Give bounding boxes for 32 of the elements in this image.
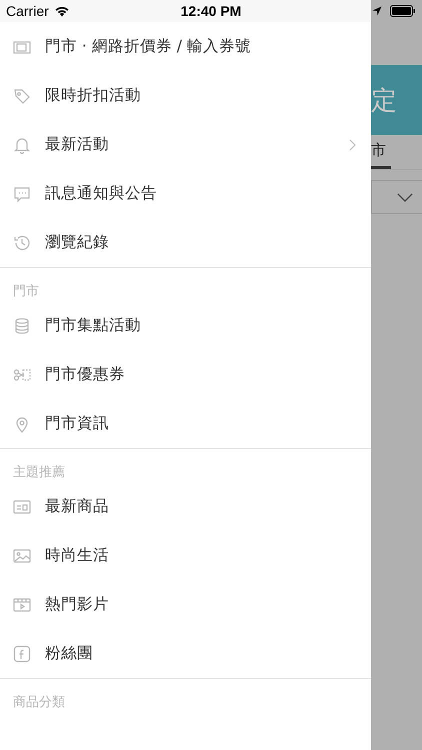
bell-icon <box>13 136 31 154</box>
wifi-icon <box>54 5 70 17</box>
menu-item[interactable]: 瀏覽紀錄 <box>0 218 371 267</box>
tab[interactable]: 市 <box>371 133 391 169</box>
newspaper-icon <box>13 498 31 516</box>
menu-item[interactable]: 訊息通知與公告 <box>0 169 371 218</box>
menu-item[interactable]: 粉絲團 <box>0 629 371 678</box>
carrier-name: Carrier <box>6 3 49 19</box>
menu-item[interactable]: 門市集點活動 <box>0 301 371 350</box>
menu-item[interactable]: 最新活動 <box>0 120 371 169</box>
section-header: 商品分類 <box>12 694 66 712</box>
facebook-icon <box>13 644 31 662</box>
coin-stack-icon <box>13 316 31 334</box>
section-header: 主題推薦 <box>12 464 66 482</box>
history-icon <box>13 234 31 252</box>
menu-item[interactable]: 時尚生活 <box>0 531 371 580</box>
battery-icon <box>390 5 416 17</box>
clock-time: 12:40 PM <box>180 3 242 19</box>
menu-item[interactable]: 門市資訊 <box>0 399 371 448</box>
tag-icon <box>13 86 31 104</box>
video-icon <box>13 596 31 614</box>
image-icon <box>13 546 31 564</box>
dropdown[interactable] <box>371 180 422 214</box>
menu-item[interactable]: 門市優惠券 <box>0 350 371 399</box>
chevron-down-icon <box>397 192 413 202</box>
menu-item[interactable]: 熱門影片 <box>0 580 371 629</box>
chat-bubble-icon <box>13 184 31 202</box>
location-arrow-icon <box>372 6 382 16</box>
menu-item[interactable]: 限時折扣活動 <box>0 71 371 120</box>
menu-item[interactable]: 門市 · 網路折價券 / 輸入券號 <box>0 22 371 71</box>
section-header: 門市 <box>12 283 40 301</box>
menu-item[interactable]: 最新商品 <box>0 482 371 531</box>
